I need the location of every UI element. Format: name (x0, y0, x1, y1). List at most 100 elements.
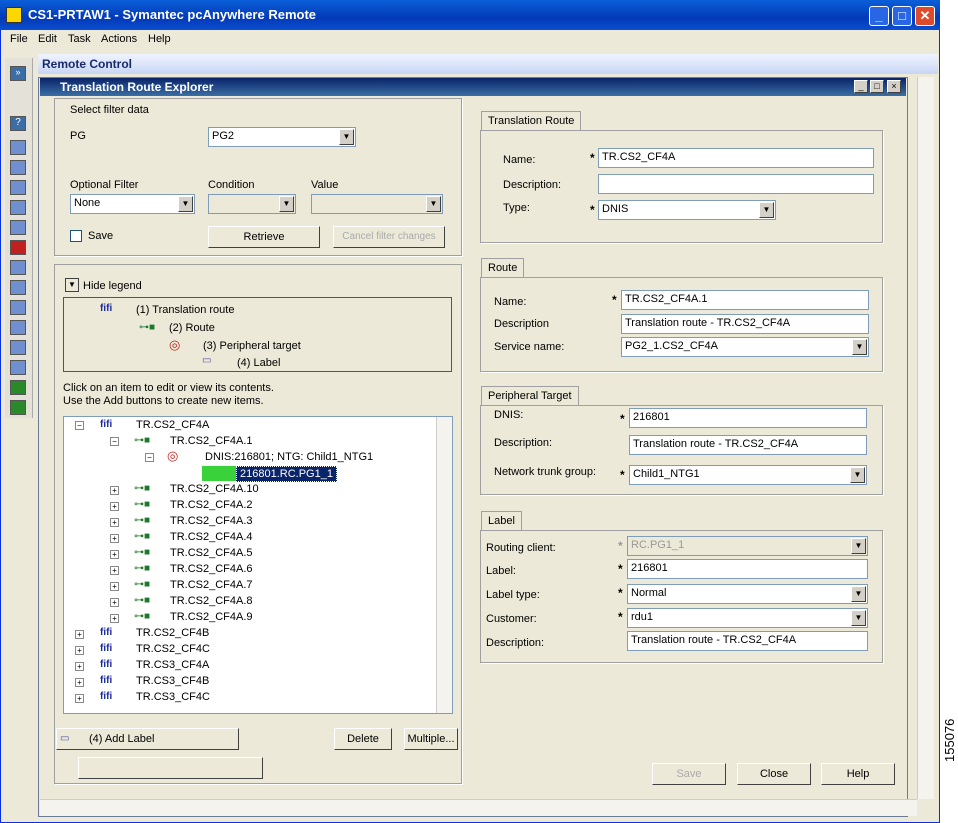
hide-legend-label[interactable]: Hide legend (83, 280, 142, 292)
save-checkbox[interactable] (70, 230, 82, 242)
disconnect-icon[interactable] (10, 240, 26, 255)
menu-file[interactable]: File (10, 33, 28, 45)
tree-item-peripheral-target[interactable]: DNIS:216801; NTG: Child1_NTG1 (205, 451, 373, 463)
collapse-icon[interactable]: − (110, 437, 119, 446)
tree-item-route[interactable]: TR.CS2_CF4A.4 (170, 531, 253, 543)
condition-select[interactable]: ▼ (208, 194, 296, 214)
tree-item-translation-route[interactable]: TR.CS2_CF4C (136, 643, 210, 655)
delete-button[interactable]: Delete (334, 728, 392, 750)
collapse-icon[interactable]: − (145, 453, 154, 462)
tree-item-translation-route[interactable]: TR.CS2_CF4B (136, 627, 209, 639)
expand-icon[interactable]: + (110, 502, 119, 511)
tab-route[interactable]: Route (481, 258, 525, 278)
tree-item-route[interactable]: TR.CS2_CF4A.2 (170, 499, 253, 511)
pg-select[interactable]: PG2 ▼ (208, 127, 356, 147)
customer-select[interactable]: rdu1 ▼ (627, 608, 868, 628)
tool-icon-3[interactable] (10, 180, 26, 195)
horizontal-scrollbar[interactable] (40, 799, 917, 816)
value-select[interactable]: ▼ (311, 194, 443, 214)
explorer-close-button[interactable]: × (887, 80, 901, 93)
tree-item-route[interactable]: TR.CS2_CF4A.9 (170, 611, 253, 623)
tree-item-route[interactable]: TR.CS2_CF4A.8 (170, 595, 253, 607)
expand-icon[interactable]: + (75, 694, 84, 703)
maximize-button[interactable]: □ (892, 6, 912, 26)
menu-task[interactable]: Task (68, 33, 91, 45)
vertical-scrollbar[interactable] (917, 77, 934, 799)
menu-help[interactable]: Help (148, 33, 171, 45)
tab-peripheral-target[interactable]: Peripheral Target (481, 386, 579, 406)
explorer-minimize-button[interactable]: _ (854, 80, 868, 93)
tree-item-route[interactable]: TR.CS2_CF4A.1 (170, 435, 253, 447)
tab-translation-route[interactable]: Translation Route (481, 111, 582, 131)
help-button[interactable]: Help (821, 763, 895, 785)
expand-icon[interactable]: + (110, 518, 119, 527)
close-window-button[interactable]: ✕ (915, 6, 935, 26)
expand-icon[interactable]: + (110, 550, 119, 559)
tree-item-root[interactable]: TR.CS2_CF4A (136, 419, 209, 431)
routing-client-select[interactable]: RC.PG1_1 ▼ (627, 536, 868, 556)
cancel-filter-button[interactable]: Cancel filter changes (333, 226, 445, 248)
help-icon[interactable]: ? (10, 116, 26, 131)
tab-label[interactable]: Label (481, 511, 522, 531)
optional-filter-select[interactable]: None ▼ (70, 194, 195, 214)
tool-icon-11[interactable] (10, 360, 26, 375)
tree-item-label-selected[interactable]: 216801.RC.PG1_1 (236, 466, 337, 482)
tool-icon-10[interactable] (10, 340, 26, 355)
ntg-select[interactable]: Child1_NTG1 ▼ (629, 465, 867, 485)
tr-name-input[interactable]: TR.CS2_CF4A (598, 148, 874, 168)
add-secondary-button[interactable] (78, 757, 263, 779)
tool-icon-1[interactable] (10, 140, 26, 155)
expand-icon[interactable]: + (110, 582, 119, 591)
expand-icon[interactable]: + (75, 678, 84, 687)
tool-icon-7[interactable] (10, 280, 26, 295)
expand-icon[interactable]: » (10, 66, 26, 81)
save-button[interactable]: Save (652, 763, 726, 785)
label-input[interactable]: 216801 (627, 559, 868, 579)
expand-icon[interactable]: + (110, 614, 119, 623)
hide-legend-toggle-icon[interactable]: ▼ (65, 278, 79, 292)
expand-icon[interactable]: + (75, 646, 84, 655)
tool-icon-12[interactable] (10, 380, 26, 395)
expand-icon[interactable]: + (75, 630, 84, 639)
expand-icon[interactable]: + (75, 662, 84, 671)
tr-desc-input[interactable] (598, 174, 874, 194)
tool-icon-4[interactable] (10, 200, 26, 215)
label-desc-input[interactable]: Translation route - TR.CS2_CF4A (627, 631, 868, 651)
tree-item-route[interactable]: TR.CS2_CF4A.3 (170, 515, 253, 527)
route-desc-input[interactable]: Translation route - TR.CS2_CF4A (621, 314, 869, 334)
multiple-button[interactable]: Multiple... (404, 728, 458, 750)
tool-icon-6[interactable] (10, 260, 26, 275)
menu-edit[interactable]: Edit (38, 33, 57, 45)
pt-desc-input[interactable]: Translation route - TR.CS2_CF4A (629, 435, 867, 455)
tree-item-route[interactable]: TR.CS2_CF4A.5 (170, 547, 253, 559)
tool-icon-9[interactable] (10, 320, 26, 335)
route-svc-select[interactable]: PG2_1.CS2_CF4A ▼ (621, 337, 869, 357)
tree-item-translation-route[interactable]: TR.CS3_CF4A (136, 659, 209, 671)
explorer-maximize-button[interactable]: □ (870, 80, 884, 93)
tool-icon-13[interactable] (10, 400, 26, 415)
retrieve-button[interactable]: Retrieve (208, 226, 320, 248)
add-label-button[interactable]: (4) Add Label (56, 728, 239, 750)
expand-icon[interactable]: + (110, 486, 119, 495)
expand-icon[interactable]: + (110, 598, 119, 607)
expand-icon[interactable]: + (110, 534, 119, 543)
collapse-icon[interactable]: − (75, 421, 84, 430)
tr-type-select[interactable]: DNIS ▼ (598, 200, 776, 220)
tool-icon-8[interactable] (10, 300, 26, 315)
label-type-select[interactable]: Normal ▼ (627, 584, 868, 604)
dnis-input[interactable]: 216801 (629, 408, 867, 428)
menu-actions[interactable]: Actions (101, 33, 137, 45)
expand-icon[interactable]: + (110, 566, 119, 575)
close-button[interactable]: Close (737, 763, 811, 785)
tree-item-translation-route[interactable]: TR.CS3_CF4B (136, 675, 209, 687)
route-name-input[interactable]: TR.CS2_CF4A.1 (621, 290, 869, 310)
tree-item-translation-route[interactable]: TR.CS3_CF4C (136, 691, 210, 703)
tree-item-route[interactable]: TR.CS2_CF4A.10 (170, 483, 259, 495)
tree-item-route[interactable]: TR.CS2_CF4A.6 (170, 563, 253, 575)
tool-icon-2[interactable] (10, 160, 26, 175)
tree-scrollbar[interactable] (436, 417, 452, 713)
minimize-button[interactable]: _ (869, 6, 889, 26)
tool-icon-5[interactable] (10, 220, 26, 235)
tr-desc-label: Description: (503, 179, 562, 191)
tree-item-route[interactable]: TR.CS2_CF4A.7 (170, 579, 253, 591)
